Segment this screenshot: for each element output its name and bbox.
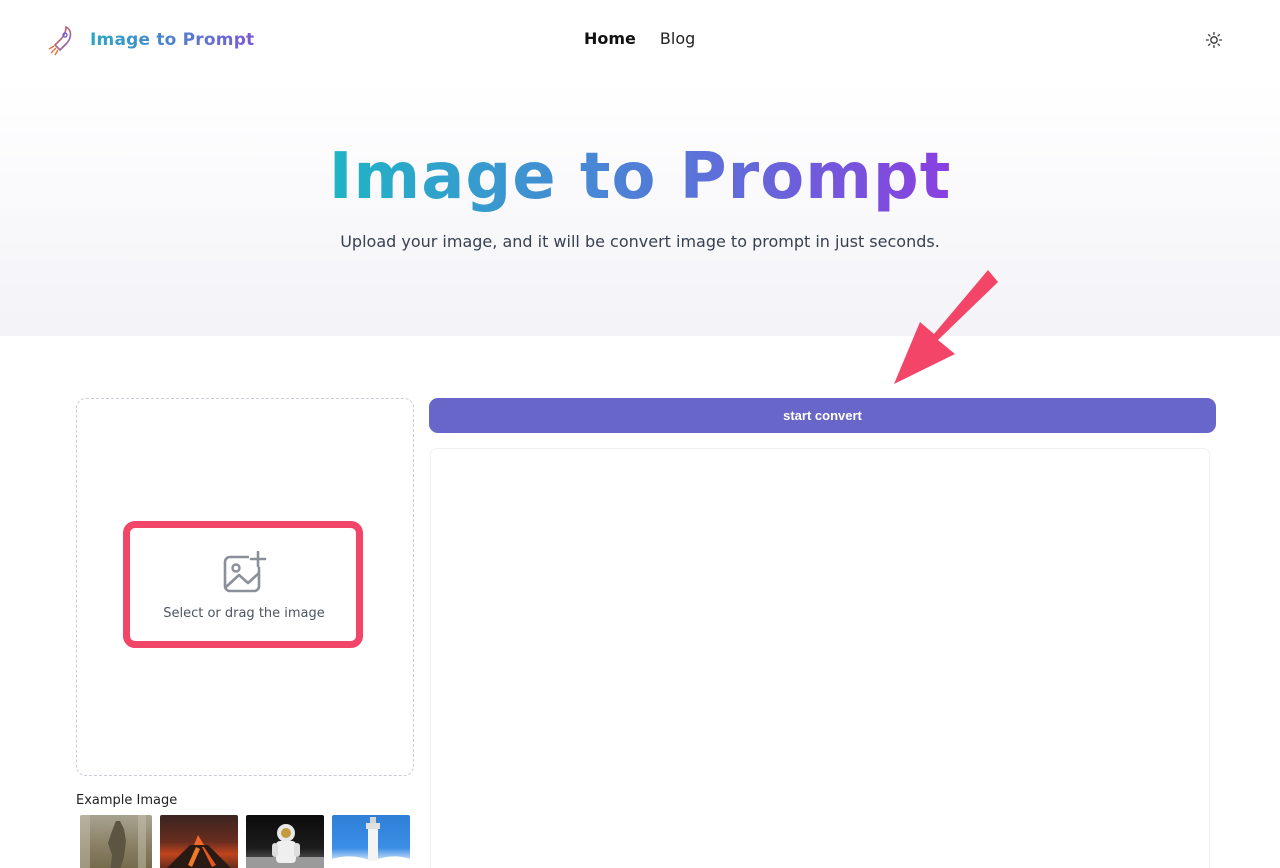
example-thumbnail-kangaroo[interactable] [80, 815, 152, 868]
example-thumbnail-astronaut[interactable] [246, 815, 324, 868]
start-convert-button[interactable]: start convert [429, 398, 1216, 433]
example-thumbnail-volcano[interactable] [160, 815, 238, 868]
nav-blog-link[interactable]: Blog [660, 29, 695, 48]
example-thumbnail-lighthouse[interactable] [332, 815, 410, 868]
hero-subtitle: Upload your image, and it will be conver… [340, 232, 940, 251]
sun-icon[interactable] [1204, 30, 1224, 50]
rocket-icon [48, 25, 72, 56]
example-image-label: Example Image [76, 793, 178, 808]
logo-text: Image to Prompt [90, 30, 255, 50]
site-header: Image to Prompt Home Blog [0, 0, 1280, 80]
nav-home-link[interactable]: Home [584, 29, 636, 48]
upload-instruction-text[interactable]: Select or drag the image [123, 606, 365, 621]
prompt-result-panel [430, 448, 1210, 868]
pointer-arrow-annotation [894, 270, 998, 384]
hero-section: Image to Prompt Upload your image, and i… [0, 80, 1280, 336]
main-nav: Home Blog [584, 29, 695, 48]
image-add-icon[interactable] [221, 551, 267, 595]
example-image-list [80, 815, 410, 868]
hero-title: Image to Prompt [328, 140, 952, 214]
logo-link[interactable]: Image to Prompt [46, 24, 254, 56]
